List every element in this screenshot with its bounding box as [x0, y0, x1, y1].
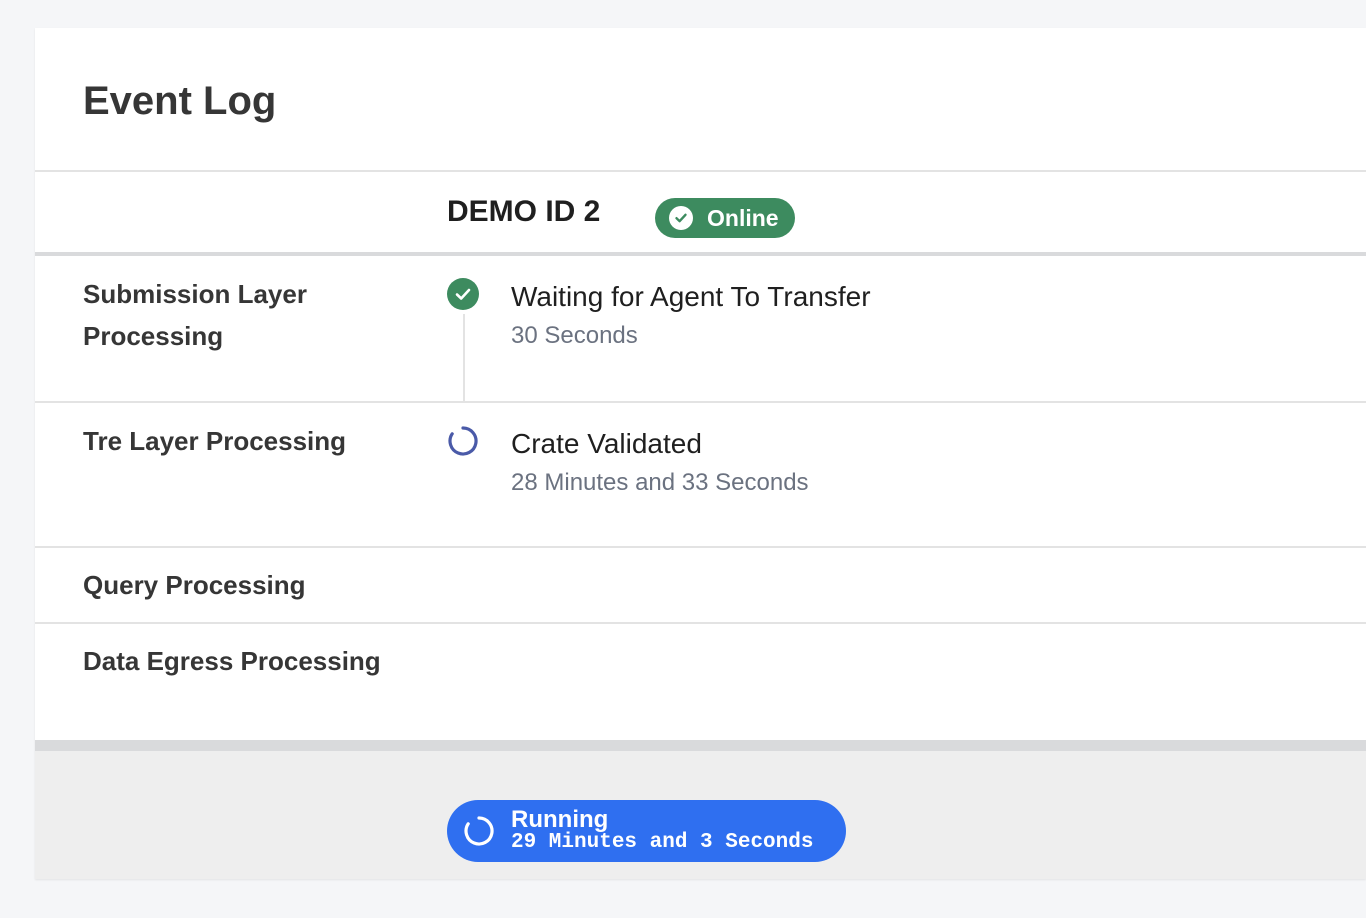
spinner-icon — [448, 426, 478, 456]
layer-label: Query Processing — [83, 570, 306, 600]
run-status-footer: Running 29 Minutes and 3 Seconds — [35, 740, 1366, 879]
status-badge: Online — [655, 198, 795, 238]
event-time: 28 Minutes and 33 Seconds — [511, 469, 809, 496]
event-title: Waiting for Agent To Transfer — [511, 281, 871, 312]
layer-label: Data Egress Processing — [83, 646, 381, 676]
check-circle-icon — [669, 206, 693, 230]
layer-row-submission: Submission Layer Processing Waiting for … — [35, 256, 1366, 403]
event-log-card: Event Log DEMO ID 2 Online Submission La… — [35, 28, 1366, 879]
run-status-label: Running — [511, 806, 609, 833]
layer-label: Submission Layer Processing — [83, 279, 307, 351]
run-duration: 29 Minutes and 3 Seconds — [511, 831, 814, 854]
page-title: Event Log — [83, 79, 277, 123]
run-status-pill: Running 29 Minutes and 3 Seconds — [447, 800, 846, 862]
layer-row-query: Query Processing — [35, 548, 1366, 624]
agent-name: DEMO ID 2 — [447, 195, 601, 228]
layer-row-tre: Tre Layer Processing Crate Validated 28 … — [35, 403, 1366, 548]
check-circle-icon — [447, 278, 479, 310]
agent-row: DEMO ID 2 Online — [35, 172, 1366, 256]
layer-label: Tre Layer Processing — [83, 426, 347, 456]
spinner-icon — [464, 816, 494, 846]
timeline-connector — [463, 314, 465, 403]
event-title: Crate Validated — [511, 428, 702, 459]
event-time: 30 Seconds — [511, 322, 638, 349]
card-header: Event Log — [35, 28, 1366, 172]
status-badge-label: Online — [707, 204, 779, 231]
layer-row-egress: Data Egress Processing — [35, 624, 1366, 743]
